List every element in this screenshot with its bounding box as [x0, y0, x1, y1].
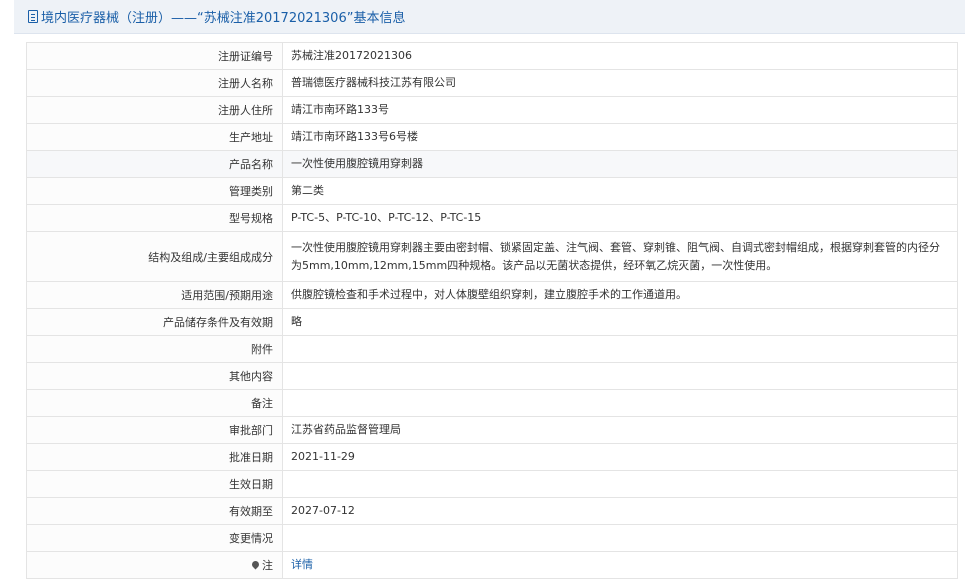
row-label: 变更情况 [26, 524, 283, 552]
row-value: 苏械注准20172021306 [282, 42, 958, 70]
row-value: 供腹腔镜检查和手术过程中，对人体腹壁组织穿刺，建立腹腔手术的工作通道用。 [282, 281, 958, 309]
row-value: P-TC-5、P-TC-10、P-TC-12、P-TC-15 [282, 204, 958, 232]
row-value [282, 470, 958, 498]
row-value: 靖江市南环路133号6号楼 [282, 123, 958, 151]
row-value [282, 362, 958, 390]
row-value: 一次性使用腹腔镜用穿刺器 [282, 150, 958, 178]
table-row: 结构及组成/主要组成成分 一次性使用腹腔镜用穿刺器主要由密封帽、锁紧固定盖、注气… [26, 231, 958, 282]
details-link[interactable]: 详情 [291, 558, 313, 571]
row-label: 其他内容 [26, 362, 283, 390]
row-value: 略 [282, 308, 958, 336]
row-label: 生效日期 [26, 470, 283, 498]
row-label: 注册证编号 [26, 42, 283, 70]
row-value [282, 335, 958, 363]
row-label: 结构及组成/主要组成成分 [26, 231, 283, 282]
table-row: 注册人名称 普瑞德医疗器械科技江苏有限公司 [26, 69, 958, 97]
table-row: 其他内容 [26, 362, 958, 390]
row-value: 靖江市南环路133号 [282, 96, 958, 124]
row-label: 产品名称 [26, 150, 283, 178]
table-row: 适用范围/预期用途 供腹腔镜检查和手术过程中，对人体腹壁组织穿刺，建立腹腔手术的… [26, 281, 958, 309]
note-row-value: 详情 [282, 551, 958, 579]
row-label: 注册人住所 [26, 96, 283, 124]
row-label: 管理类别 [26, 177, 283, 205]
table-row: 注 详情 [26, 551, 958, 579]
row-value: 2027-07-12 [282, 497, 958, 525]
note-label: 注 [262, 559, 273, 572]
info-table: 注册证编号 苏械注准20172021306 注册人名称 普瑞德医疗器械科技江苏有… [26, 42, 958, 579]
row-value: 一次性使用腹腔镜用穿刺器主要由密封帽、锁紧固定盖、注气阀、套管、穿刺锥、阻气阀、… [282, 231, 958, 282]
page-title: 境内医疗器械（注册）——“苏械注准20172021306”基本信息 [41, 11, 406, 26]
row-label: 审批部门 [26, 416, 283, 444]
table-row: 注册人住所 靖江市南环路133号 [26, 96, 958, 124]
pin-icon [250, 559, 261, 570]
row-label: 产品储存条件及有效期 [26, 308, 283, 336]
row-label: 型号规格 [26, 204, 283, 232]
table-row: 批准日期 2021-11-29 [26, 443, 958, 471]
table-row: 有效期至 2027-07-12 [26, 497, 958, 525]
page-title-bar: 境内医疗器械（注册）——“苏械注准20172021306”基本信息 [14, 0, 965, 34]
table-row: 注册证编号 苏械注准20172021306 [26, 42, 958, 70]
note-row-label: 注 [26, 551, 283, 579]
row-label: 适用范围/预期用途 [26, 281, 283, 309]
row-label: 附件 [26, 335, 283, 363]
row-value: 普瑞德医疗器械科技江苏有限公司 [282, 69, 958, 97]
table-row: 生产地址 靖江市南环路133号6号楼 [26, 123, 958, 151]
table-row: 变更情况 [26, 524, 958, 552]
table-row: 附件 [26, 335, 958, 363]
row-label: 生产地址 [26, 123, 283, 151]
row-label: 注册人名称 [26, 69, 283, 97]
row-value [282, 524, 958, 552]
table-row: 管理类别 第二类 [26, 177, 958, 205]
table-row: 型号规格 P-TC-5、P-TC-10、P-TC-12、P-TC-15 [26, 204, 958, 232]
row-value: 江苏省药品监督管理局 [282, 416, 958, 444]
row-value: 第二类 [282, 177, 958, 205]
table-row: 产品储存条件及有效期 略 [26, 308, 958, 336]
row-label: 批准日期 [26, 443, 283, 471]
document-icon [28, 10, 38, 23]
row-label: 有效期至 [26, 497, 283, 525]
table-row: 产品名称 一次性使用腹腔镜用穿刺器 [26, 150, 958, 178]
table-row: 审批部门 江苏省药品监督管理局 [26, 416, 958, 444]
table-row: 生效日期 [26, 470, 958, 498]
row-value: 2021-11-29 [282, 443, 958, 471]
row-value [282, 389, 958, 417]
row-label: 备注 [26, 389, 283, 417]
table-row: 备注 [26, 389, 958, 417]
